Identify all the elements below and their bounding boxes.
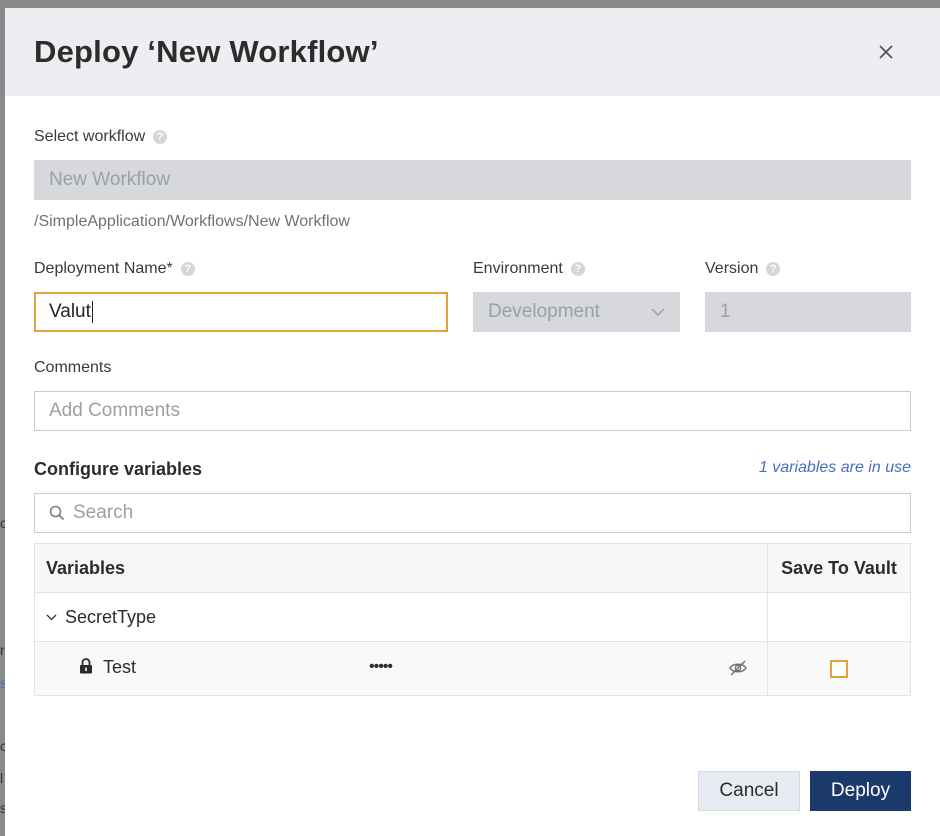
cancel-button[interactable]: Cancel: [698, 771, 800, 811]
environment-select: Development: [473, 292, 680, 332]
variable-name: Test: [103, 657, 137, 677]
help-icon[interactable]: ?: [766, 262, 781, 276]
help-icon[interactable]: ?: [570, 262, 585, 276]
version-label: Version ?: [705, 260, 781, 278]
chevron-down-icon[interactable]: [46, 614, 57, 621]
workflow-path: /SimpleApplication/Workflows/New Workflo…: [34, 213, 350, 230]
group-label: SecretType: [65, 606, 157, 627]
dialog-header: Deploy ‘New Workflow’: [5, 8, 940, 96]
search-placeholder: Search: [73, 502, 134, 523]
version-value: 1: [720, 301, 731, 322]
close-icon: [879, 45, 893, 59]
save-to-vault-checkbox[interactable]: [830, 659, 848, 678]
table-header-row: Variables Save To Vault: [35, 544, 910, 592]
variables-table: Variables Save To Vault SecretType Test …: [34, 543, 911, 696]
help-icon[interactable]: ?: [153, 130, 168, 144]
help-icon[interactable]: ?: [180, 262, 195, 276]
deployment-name-label-text: Deployment Name*: [34, 260, 173, 277]
table-row: Test •••••: [35, 641, 910, 695]
comments-label-text: Comments: [34, 359, 112, 376]
table-header-variables: Variables: [35, 544, 768, 592]
deployment-name-input[interactable]: Valut: [34, 292, 448, 332]
configure-variables-title: Configure variables: [34, 459, 203, 479]
table-header-save-to-vault: Save To Vault: [781, 557, 897, 578]
vault-cell: [768, 642, 910, 695]
text-cursor: [91, 301, 93, 323]
dialog-title: Deploy ‘New Workflow’: [34, 34, 379, 69]
variables-in-use-text: 1 variables are in use: [758, 459, 911, 476]
deploy-dialog: Deploy ‘New Workflow’ Select workflow ? …: [5, 8, 940, 836]
deployment-name-label: Deployment Name* ?: [34, 260, 195, 278]
variable-cell: Test •••••: [35, 642, 768, 695]
version-field: 1: [705, 292, 911, 332]
comments-placeholder: Add Comments: [49, 400, 180, 421]
workflow-field-value: New Workflow: [49, 169, 171, 190]
group-cell: SecretType: [35, 593, 768, 641]
environment-label-text: Environment: [473, 260, 563, 277]
environment-value: Development: [488, 301, 600, 322]
workflow-field: New Workflow: [34, 160, 911, 200]
table-group-row[interactable]: SecretType: [35, 592, 910, 641]
variable-masked-value: •••••: [369, 658, 393, 675]
search-icon: [49, 505, 65, 521]
chevron-down-icon: [651, 307, 665, 316]
select-workflow-label: Select workflow ?: [34, 128, 168, 146]
comments-input[interactable]: Add Comments: [34, 391, 911, 431]
version-label-text: Version: [705, 260, 759, 277]
close-button[interactable]: [870, 36, 902, 68]
select-workflow-label-text: Select workflow: [34, 128, 146, 145]
deployment-name-value: Valut: [49, 301, 91, 322]
deploy-button[interactable]: Deploy: [810, 771, 911, 811]
environment-label: Environment ?: [473, 260, 585, 278]
comments-label: Comments: [34, 359, 111, 377]
eye-slash-icon[interactable]: [729, 660, 747, 676]
lock-icon: [80, 658, 92, 674]
group-vault-cell: [768, 593, 910, 641]
variables-search-input[interactable]: Search: [34, 493, 911, 533]
